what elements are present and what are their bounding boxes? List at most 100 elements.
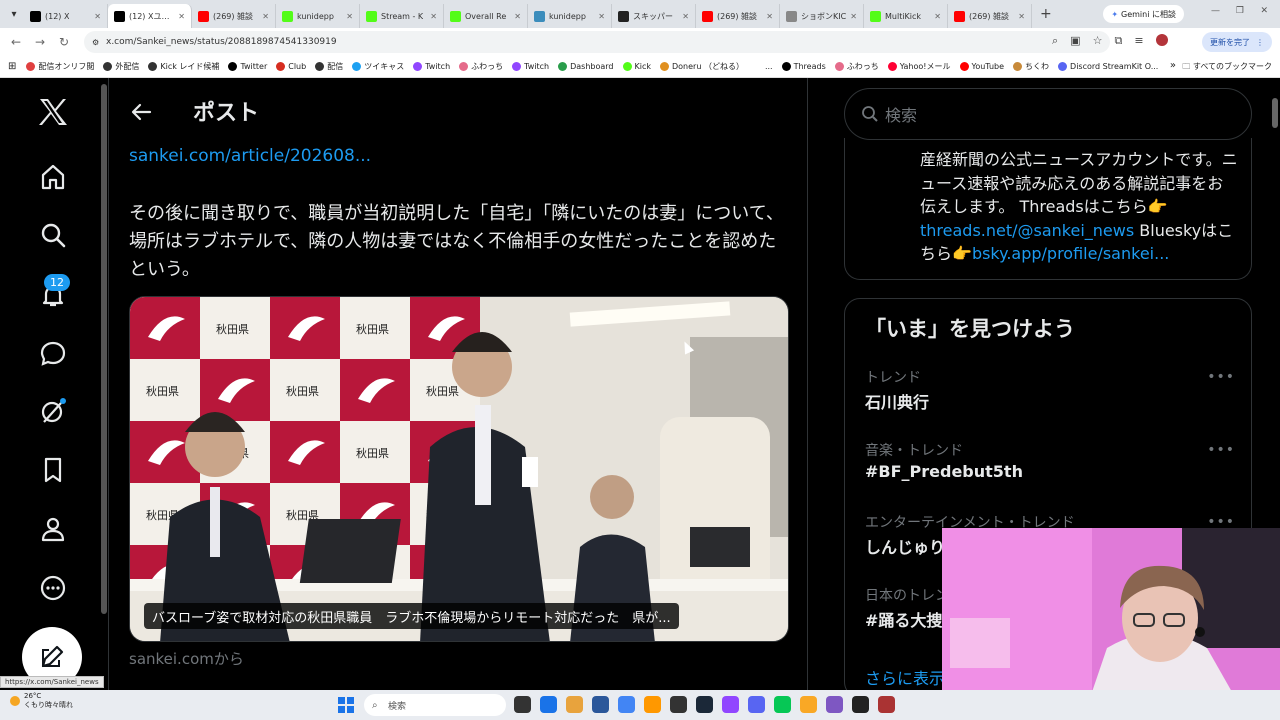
taskbar-app-icon[interactable]	[618, 696, 635, 713]
browser-tab[interactable]: Overall Re ✕	[444, 4, 528, 28]
kebab-menu-icon[interactable]: ⋮	[1256, 38, 1264, 47]
taskbar-app-icon[interactable]	[878, 696, 895, 713]
maximize-icon[interactable]: ❐	[1236, 6, 1244, 16]
tab-close-icon[interactable]: ✕	[259, 12, 269, 21]
grok-icon[interactable]	[37, 395, 69, 427]
bookmark-item[interactable]: ...	[752, 61, 773, 72]
bookmark-item[interactable]: Club	[276, 61, 306, 72]
weather-widget[interactable]: 26°C くもり時々晴れ	[10, 692, 73, 710]
messages-icon[interactable]	[37, 337, 69, 369]
search-input[interactable]: 検索	[844, 88, 1252, 140]
left-scrollbar[interactable]	[101, 84, 107, 614]
bookmark-item[interactable]: Discord StreamKit O...	[1058, 61, 1158, 72]
tab-close-icon[interactable]: ✕	[343, 12, 353, 21]
taskbar-app-icon[interactable]	[540, 696, 557, 713]
tab-close-icon[interactable]: ✕	[1015, 12, 1025, 21]
forward-nav-icon[interactable]: →	[28, 35, 52, 49]
browser-tab[interactable]: Stream - K ✕	[360, 4, 444, 28]
bookmark-item[interactable]: Threads	[781, 61, 826, 72]
browser-tab[interactable]: (12) Xユーザー✕	[108, 4, 192, 28]
taskbar-app-icon[interactable]	[722, 696, 739, 713]
bookmark-item[interactable]: Twitter	[228, 61, 267, 72]
browser-tab[interactable]: (12) X ✕	[24, 4, 108, 28]
bookmarks-more[interactable]: »	[1170, 60, 1176, 71]
site-info-icon[interactable]: ⚙	[92, 38, 99, 47]
taskbar-search[interactable]: ⌕ 検索	[364, 694, 506, 716]
taskbar-app-icon[interactable]	[852, 696, 869, 713]
cast-icon[interactable]: ▣	[1070, 34, 1080, 48]
taskbar-app-icon[interactable]	[566, 696, 583, 713]
show-more-link[interactable]: さらに表示	[865, 665, 945, 689]
browser-tab[interactable]: ショボンKIC ✕	[780, 4, 864, 28]
browser-tab[interactable]: (269) 雑談 ✕	[192, 4, 276, 28]
bookmark-item[interactable]: 配信	[315, 61, 343, 72]
bookmark-item[interactable]: YouTube	[959, 61, 1004, 72]
bookmark-item[interactable]: Kick レイド候補	[148, 61, 219, 72]
trend-item[interactable]: トレンド 石川典行 •••	[865, 367, 1235, 413]
all-bookmarks[interactable]: 🗀 すべてのブックマーク	[1182, 61, 1272, 75]
bookmark-item[interactable]: 配信オンリフ閲	[26, 61, 94, 72]
threads-link[interactable]: threads.net/@sankei_news	[920, 221, 1134, 240]
browser-tab[interactable]: kunidepp ✕	[528, 4, 612, 28]
new-tab-button[interactable]: +	[1032, 6, 1060, 22]
trend-more-icon[interactable]: •••	[1207, 369, 1235, 385]
trend-more-icon[interactable]: •••	[1207, 442, 1235, 458]
bookmark-item[interactable]: Yahoo!メール	[887, 61, 951, 72]
bookmark-item[interactable]: Dashboard	[558, 61, 614, 72]
browser-tab[interactable]: (269) 雑談 ✕	[696, 4, 780, 28]
zoom-icon[interactable]: ⌕	[1052, 34, 1058, 48]
trend-item[interactable]: 音楽・トレンド #BF_Predebut5th •••	[865, 440, 1235, 481]
extensions-icon[interactable]: ⧉	[1114, 34, 1122, 48]
tab-close-icon[interactable]: ✕	[427, 12, 437, 21]
tab-close-icon[interactable]: ✕	[679, 12, 689, 21]
browser-tab[interactable]: スキッパー ✕	[612, 4, 696, 28]
bookmark-item[interactable]: Kick	[622, 61, 651, 72]
reload-icon[interactable]: ↻	[52, 35, 76, 49]
tab-close-icon[interactable]: ✕	[511, 12, 521, 21]
browser-tab[interactable]: MultiKick ✕	[864, 4, 948, 28]
taskbar-app-icon[interactable]	[670, 696, 687, 713]
bookmark-item[interactable]: ツイキャス	[352, 61, 404, 72]
taskbar-app-icon[interactable]	[800, 696, 817, 713]
more-options-icon[interactable]	[37, 572, 69, 604]
tab-close-icon[interactable]: ✕	[91, 12, 101, 21]
home-icon[interactable]	[37, 161, 69, 193]
taskbar-app-icon[interactable]	[748, 696, 765, 713]
right-scrollbar[interactable]	[1272, 98, 1278, 128]
article-link[interactable]: sankei.com/article/202608...	[129, 146, 371, 166]
url-field[interactable]: ⚙ x.com/Sankei_news/status/2088189874541…	[84, 31, 1110, 53]
gemini-button[interactable]: ✦ Gemini に相談	[1103, 5, 1184, 23]
reading-list-icon[interactable]: ≡	[1134, 34, 1143, 48]
back-nav-icon[interactable]: ←	[4, 35, 28, 49]
bookmark-item[interactable]: Twitch	[512, 61, 549, 72]
bookmark-item[interactable]: Twitch	[413, 61, 450, 72]
taskbar-app-icon[interactable]	[826, 696, 843, 713]
start-icon[interactable]	[338, 697, 354, 713]
taskbar-app-icon[interactable]	[696, 696, 713, 713]
tab-close-icon[interactable]: ✕	[847, 12, 857, 21]
close-window-icon[interactable]: ✕	[1260, 6, 1268, 16]
bookmark-item[interactable]: ちくわ	[1013, 61, 1049, 72]
taskbar-app-icon[interactable]	[514, 696, 531, 713]
bookmark-item[interactable]: ふわっち	[459, 61, 503, 72]
tab-close-icon[interactable]: ✕	[175, 12, 185, 21]
tab-search-icon[interactable]: ▾	[4, 4, 24, 24]
back-arrow-icon[interactable]	[129, 100, 153, 128]
taskbar-app-icon[interactable]	[644, 696, 661, 713]
browser-tab[interactable]: (269) 雑談 ✕	[948, 4, 1032, 28]
taskbar-app-icon[interactable]	[774, 696, 791, 713]
browser-tab[interactable]: kunidepp ✕	[276, 4, 360, 28]
search-nav-icon[interactable]	[37, 219, 69, 251]
tab-close-icon[interactable]: ✕	[763, 12, 773, 21]
bookmark-star-icon[interactable]: ☆	[1093, 34, 1103, 48]
profile-avatar[interactable]	[1155, 34, 1168, 46]
taskbar-app-icon[interactable]	[592, 696, 609, 713]
tab-close-icon[interactable]: ✕	[931, 12, 941, 21]
minimize-icon[interactable]: —	[1211, 6, 1220, 16]
bookmark-item[interactable]: Doneru （どねる）	[660, 61, 744, 72]
update-button[interactable]: 更新を完了 ⋮	[1202, 32, 1272, 52]
x-logo-icon[interactable]	[37, 96, 69, 128]
bookmark-item[interactable]: ふわっち	[834, 61, 879, 72]
bookmark-item[interactable]: 外配信	[103, 61, 139, 72]
apps-grid-icon[interactable]: ⊞	[8, 61, 16, 72]
